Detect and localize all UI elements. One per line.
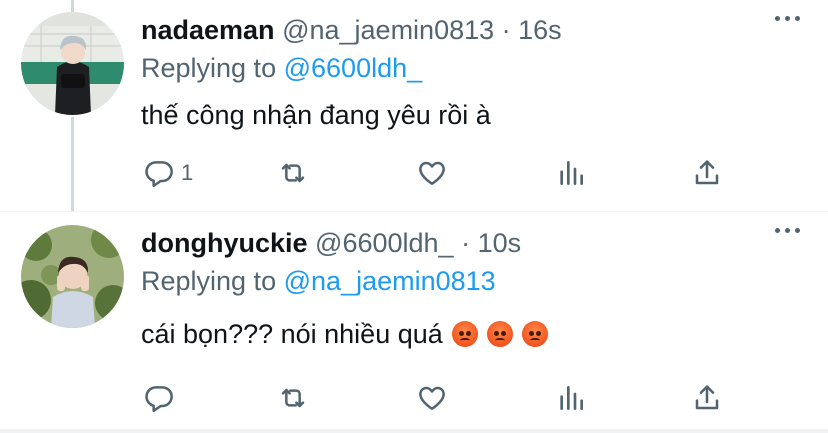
replying-to: Replying to @na_jaemin0813 — [141, 264, 496, 298]
handle[interactable]: @na_jaemin0813 — [282, 15, 494, 45]
timestamp[interactable]: · 16s — [502, 15, 562, 45]
display-name[interactable]: nadaeman — [141, 15, 275, 45]
reply-count: 1 — [181, 160, 194, 185]
analytics-icon — [560, 161, 583, 185]
more-icon-dot — [775, 16, 780, 21]
angry-face-icon — [451, 321, 478, 347]
retweet-icon — [281, 388, 305, 408]
retweet-icon — [281, 163, 305, 183]
handle[interactable]: @6600ldh_ — [315, 228, 454, 258]
tweet-text: cái bọn??? nói nhiều quá — [141, 317, 548, 351]
heart-icon — [419, 161, 445, 185]
avatar[interactable] — [21, 225, 124, 328]
angry-face-icon — [486, 321, 513, 347]
like-button[interactable] — [416, 157, 448, 189]
more-icon-dot — [795, 16, 800, 21]
share-button[interactable] — [691, 157, 723, 189]
reply-button[interactable] — [143, 382, 175, 414]
replying-to: Replying to @6600ldh_ — [141, 51, 422, 85]
replying-to-handle[interactable]: @6600ldh_ — [284, 53, 423, 83]
views-button[interactable] — [555, 157, 587, 189]
display-name[interactable]: donghyuckie — [141, 228, 308, 258]
tweet-text-content: cái bọn??? nói nhiều quá — [141, 319, 443, 349]
tweet-actions — [0, 378, 828, 418]
thread-line-above — [71, 0, 74, 12]
bottom-divider — [0, 429, 828, 433]
replying-to-label: Replying to — [141, 266, 277, 296]
share-icon — [695, 385, 719, 410]
timestamp[interactable]: · 10s — [461, 228, 521, 258]
share-icon — [695, 160, 719, 185]
analytics-icon — [560, 386, 583, 410]
tweet-header: donghyuckie @6600ldh_ · 10s — [141, 226, 521, 260]
retweet-button[interactable] — [277, 382, 309, 414]
reply-icon — [145, 386, 173, 413]
more-options-button[interactable] — [775, 228, 800, 233]
more-icon-dot — [795, 228, 800, 233]
replying-to-handle[interactable]: @na_jaemin0813 — [284, 266, 496, 296]
reply-icon — [145, 161, 173, 188]
more-options-button[interactable] — [775, 16, 800, 21]
tweet-text: thế công nhận đang yêu rồi à — [141, 98, 491, 132]
angry-face-icon — [521, 321, 548, 347]
share-button[interactable] — [691, 382, 723, 414]
reply-button[interactable]: 1 — [143, 157, 193, 189]
tweet-text-content: thế công nhận đang yêu rồi à — [141, 100, 491, 130]
replying-to-label: Replying to — [141, 53, 277, 83]
more-icon-dot — [785, 16, 790, 21]
avatar-image-donghyuckie — [21, 225, 124, 328]
views-button[interactable] — [555, 382, 587, 414]
avatar-image-nadaeman — [21, 12, 124, 115]
tweet-header: nadaeman @na_jaemin0813 · 16s — [141, 13, 562, 47]
retweet-button[interactable] — [277, 157, 309, 189]
avatar[interactable] — [21, 12, 124, 115]
tweet-1[interactable]: nadaeman @na_jaemin0813 · 16s Replying t… — [0, 0, 828, 212]
like-button[interactable] — [416, 382, 448, 414]
heart-icon — [419, 386, 445, 410]
tweet-2[interactable]: donghyuckie @6600ldh_ · 10s Replying to … — [0, 212, 828, 433]
tweet-actions: 1 — [0, 153, 828, 193]
more-icon-dot — [775, 228, 780, 233]
more-icon-dot — [785, 228, 790, 233]
